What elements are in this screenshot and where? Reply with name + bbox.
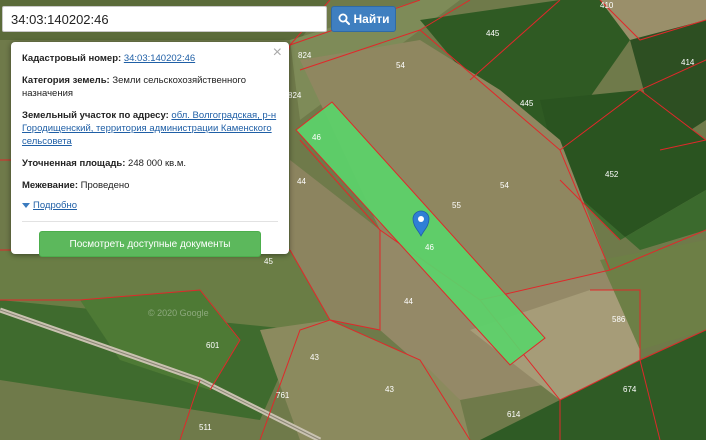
parcel-label: 44: [404, 297, 413, 306]
parcel-label: 586: [612, 315, 626, 324]
parcel-label: 43: [385, 385, 394, 394]
parcel-label: 55: [452, 201, 461, 210]
details-toggle[interactable]: Подробно: [22, 199, 278, 212]
parcel-label: 45: [264, 257, 273, 266]
close-icon[interactable]: ×: [273, 45, 282, 61]
area-row: Уточненная площадь: 248 000 кв.м.: [22, 157, 278, 170]
caret-down-icon: [22, 203, 30, 208]
survey-row: Межевание: Проведено: [22, 179, 278, 192]
parcel-label: 445: [520, 99, 534, 108]
parcel-label: 410: [600, 1, 614, 10]
category-label: Категория земель:: [22, 75, 110, 86]
parcel-info-popup: × Кадастровый номер: 34:03:140202:46 Кат…: [11, 42, 289, 257]
cadastral-link[interactable]: 34:03:140202:46: [124, 53, 195, 64]
address-label: Земельный участок по адресу:: [22, 110, 169, 121]
parcel-label: 54: [500, 181, 509, 190]
survey-label: Межевание:: [22, 180, 78, 191]
parcel-label: 46: [312, 133, 321, 142]
parcel-label: 674: [623, 385, 637, 394]
details-link[interactable]: Подробно: [33, 199, 77, 212]
area-label: Уточненная площадь:: [22, 158, 126, 169]
parcel-label: 46: [425, 243, 434, 252]
parcel-label: 824: [298, 51, 312, 60]
parcel-label: 761: [276, 391, 290, 400]
parcel-label: 43: [310, 353, 319, 362]
parcel-label: 54: [396, 61, 405, 70]
address-row: Земельный участок по адресу: обл. Волгог…: [22, 109, 278, 148]
parcel-label: 44: [297, 177, 306, 186]
search-input[interactable]: [2, 6, 327, 32]
parcel-label: 414: [681, 58, 695, 67]
parcel-label: 452: [605, 170, 619, 179]
parcel-label: 511: [199, 423, 212, 432]
area-value: 248 000 кв.м.: [128, 158, 187, 169]
cadastral-label: Кадастровый номер:: [22, 53, 122, 64]
map-watermark: © 2020 Google: [148, 308, 209, 318]
search-icon: [338, 13, 350, 25]
category-row: Категория земель: Земли сельскохозяйстве…: [22, 74, 278, 100]
cadastral-row: Кадастровый номер: 34:03:140202:46: [22, 52, 278, 65]
survey-value: Проведено: [80, 180, 130, 191]
parcel-label: 601: [206, 341, 220, 350]
parcel-label: 614: [507, 410, 521, 419]
search-button-label: Найти: [353, 12, 390, 26]
view-documents-button[interactable]: Посмотреть доступные документы: [39, 231, 261, 257]
search-button[interactable]: Найти: [331, 6, 396, 32]
parcel-label: 445: [486, 29, 500, 38]
popup-divider: [22, 221, 278, 222]
parcel-label: 824: [288, 91, 302, 100]
